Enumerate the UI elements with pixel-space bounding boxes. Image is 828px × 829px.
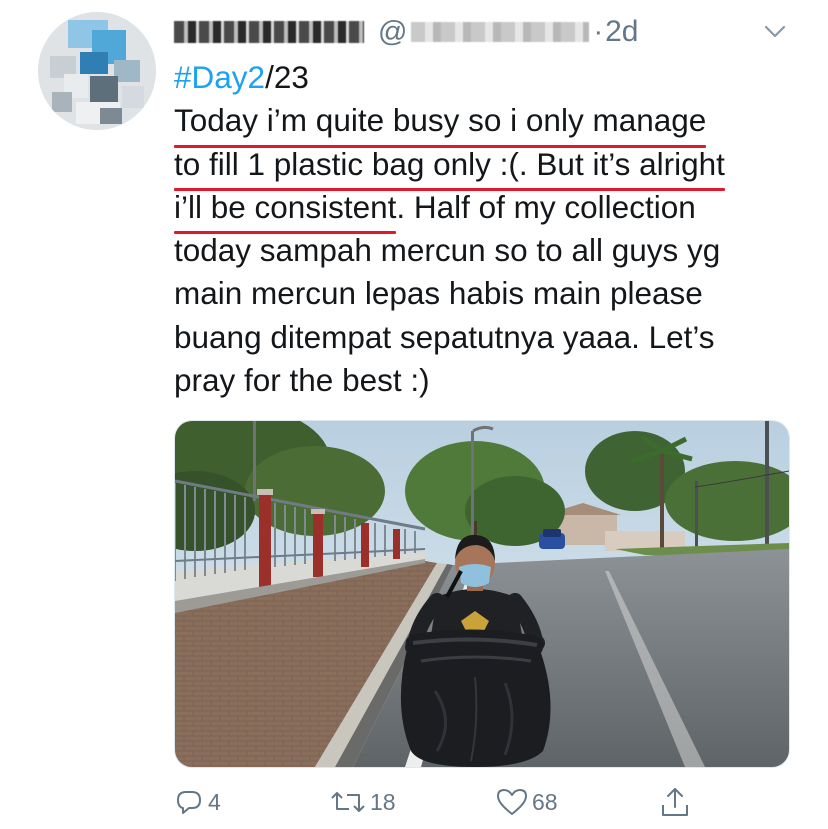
- share-icon: [662, 788, 688, 816]
- like-button[interactable]: 68: [496, 782, 558, 822]
- tweet-line: to fill 1 plastic bag only :(. But it’s …: [174, 143, 804, 192]
- user-handle[interactable]: [411, 22, 590, 42]
- tweet-line: pray for the best :): [174, 362, 430, 399]
- timestamp[interactable]: 2d: [605, 15, 638, 49]
- tweet-text-segment: . Half of my collection: [396, 188, 696, 225]
- street-scene-image: [175, 421, 789, 767]
- tweet-text: #Day2/23 Today i’m quite busy so i only …: [174, 56, 804, 402]
- tweet-line: main mercun lepas habis main please: [174, 275, 703, 312]
- retweet-count: 18: [370, 788, 396, 815]
- retweet-icon: [331, 792, 365, 812]
- tweet-line: today sampah mercun so to all guys yg: [174, 232, 721, 269]
- tweet-line: Today i’m quite busy so i only manage: [174, 99, 804, 148]
- retweet-button[interactable]: 18: [330, 782, 396, 822]
- reply-icon: [177, 791, 201, 814]
- hashtag-suffix: /23: [265, 59, 309, 95]
- tweet-line: #Day2/23: [174, 56, 804, 99]
- underlined-text: Today i’m quite busy so i only manage: [174, 99, 707, 148]
- share-button[interactable]: [660, 782, 694, 822]
- tweet-header: @ · 2d: [174, 12, 639, 52]
- hashtag-link[interactable]: #Day2: [174, 59, 265, 95]
- tweet-line: buang ditempat sepatutnya yaaa. Let’s: [174, 318, 715, 355]
- like-icon: [497, 789, 527, 815]
- display-name[interactable]: [174, 21, 364, 43]
- reply-count: 4: [208, 788, 221, 815]
- reply-button[interactable]: 4: [174, 782, 221, 822]
- avatar[interactable]: [38, 12, 156, 130]
- tweet-line: i’ll be consistent. Half of my collectio…: [174, 186, 804, 235]
- tweet-actions: 4 18 68: [174, 782, 794, 822]
- like-count: 68: [532, 788, 558, 815]
- time-separator: ·: [593, 15, 604, 48]
- handle-prefix: @: [378, 15, 408, 48]
- underlined-text: i’ll be consistent: [174, 186, 397, 235]
- tweet-photo[interactable]: [174, 420, 790, 768]
- underlined-text: to fill 1 plastic bag only :(. But it’s …: [174, 143, 725, 192]
- chevron-down-icon[interactable]: [760, 16, 790, 46]
